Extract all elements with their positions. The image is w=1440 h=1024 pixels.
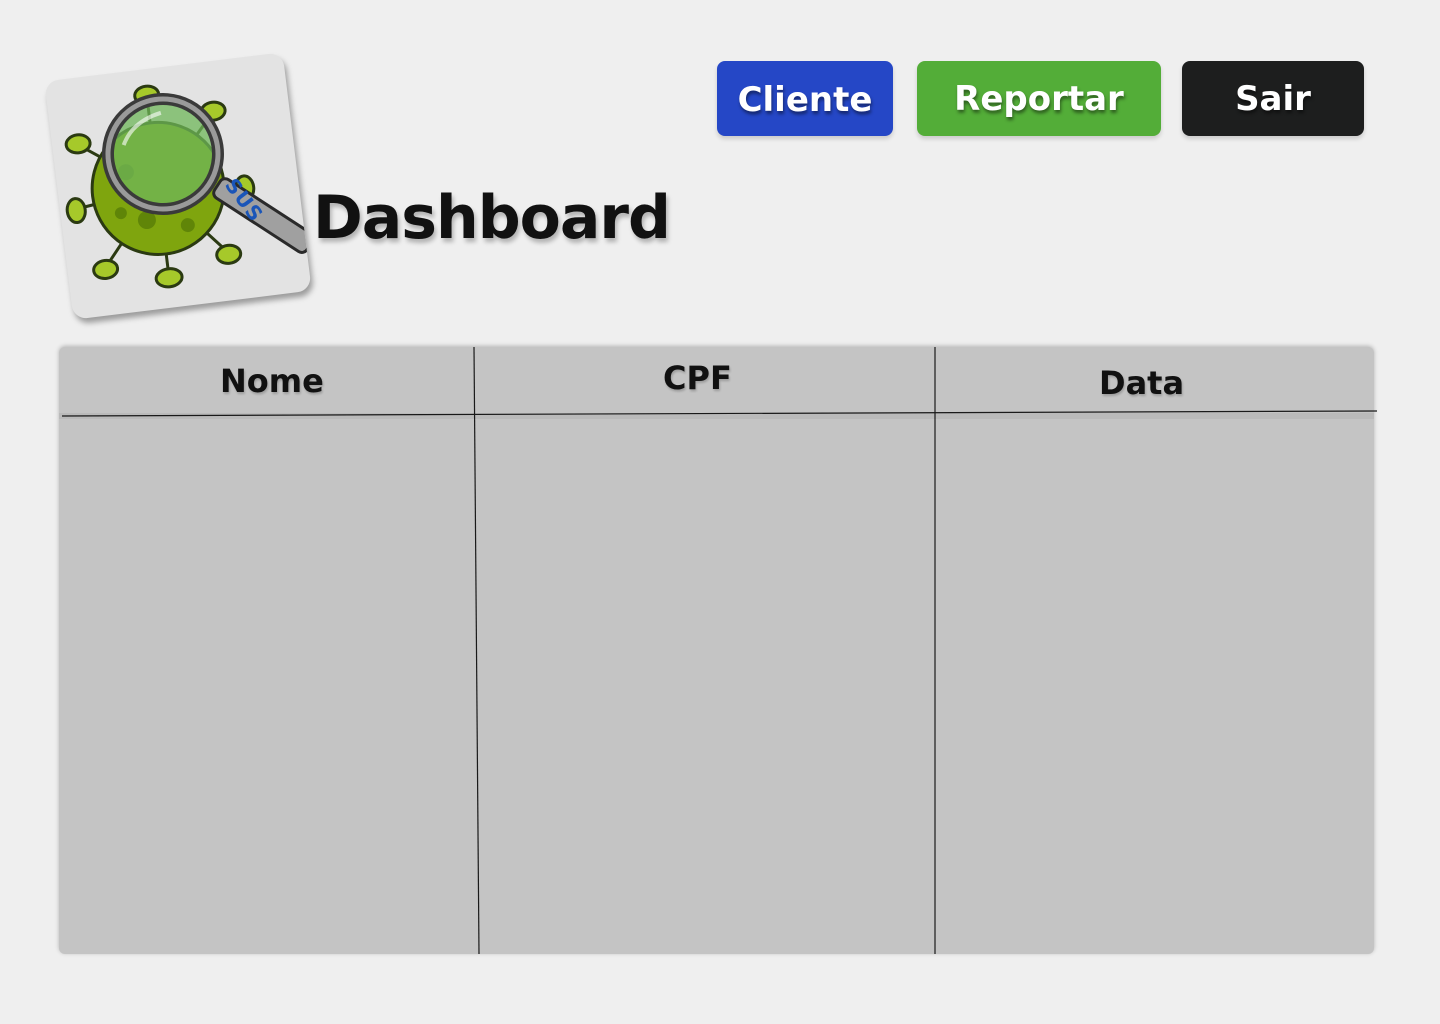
column-header-data[interactable]: Data [1099, 367, 1184, 399]
virus-magnifier-logo-icon [64, 84, 312, 289]
cliente-button[interactable]: Cliente [717, 61, 893, 136]
column-header-cpf[interactable]: CPF [663, 362, 732, 394]
column-data-body [936, 417, 1374, 952]
page-title: Dashboard [313, 183, 671, 253]
records-table: Nome CPF Data [59, 346, 1378, 955]
column-header-nome[interactable]: Nome [220, 365, 324, 397]
column-nome-body [59, 417, 474, 952]
column-cpf-body [476, 417, 935, 952]
sair-button[interactable]: Sair [1182, 61, 1364, 136]
app-logo: SUS [44, 52, 312, 320]
reportar-button[interactable]: Reportar [917, 61, 1161, 136]
